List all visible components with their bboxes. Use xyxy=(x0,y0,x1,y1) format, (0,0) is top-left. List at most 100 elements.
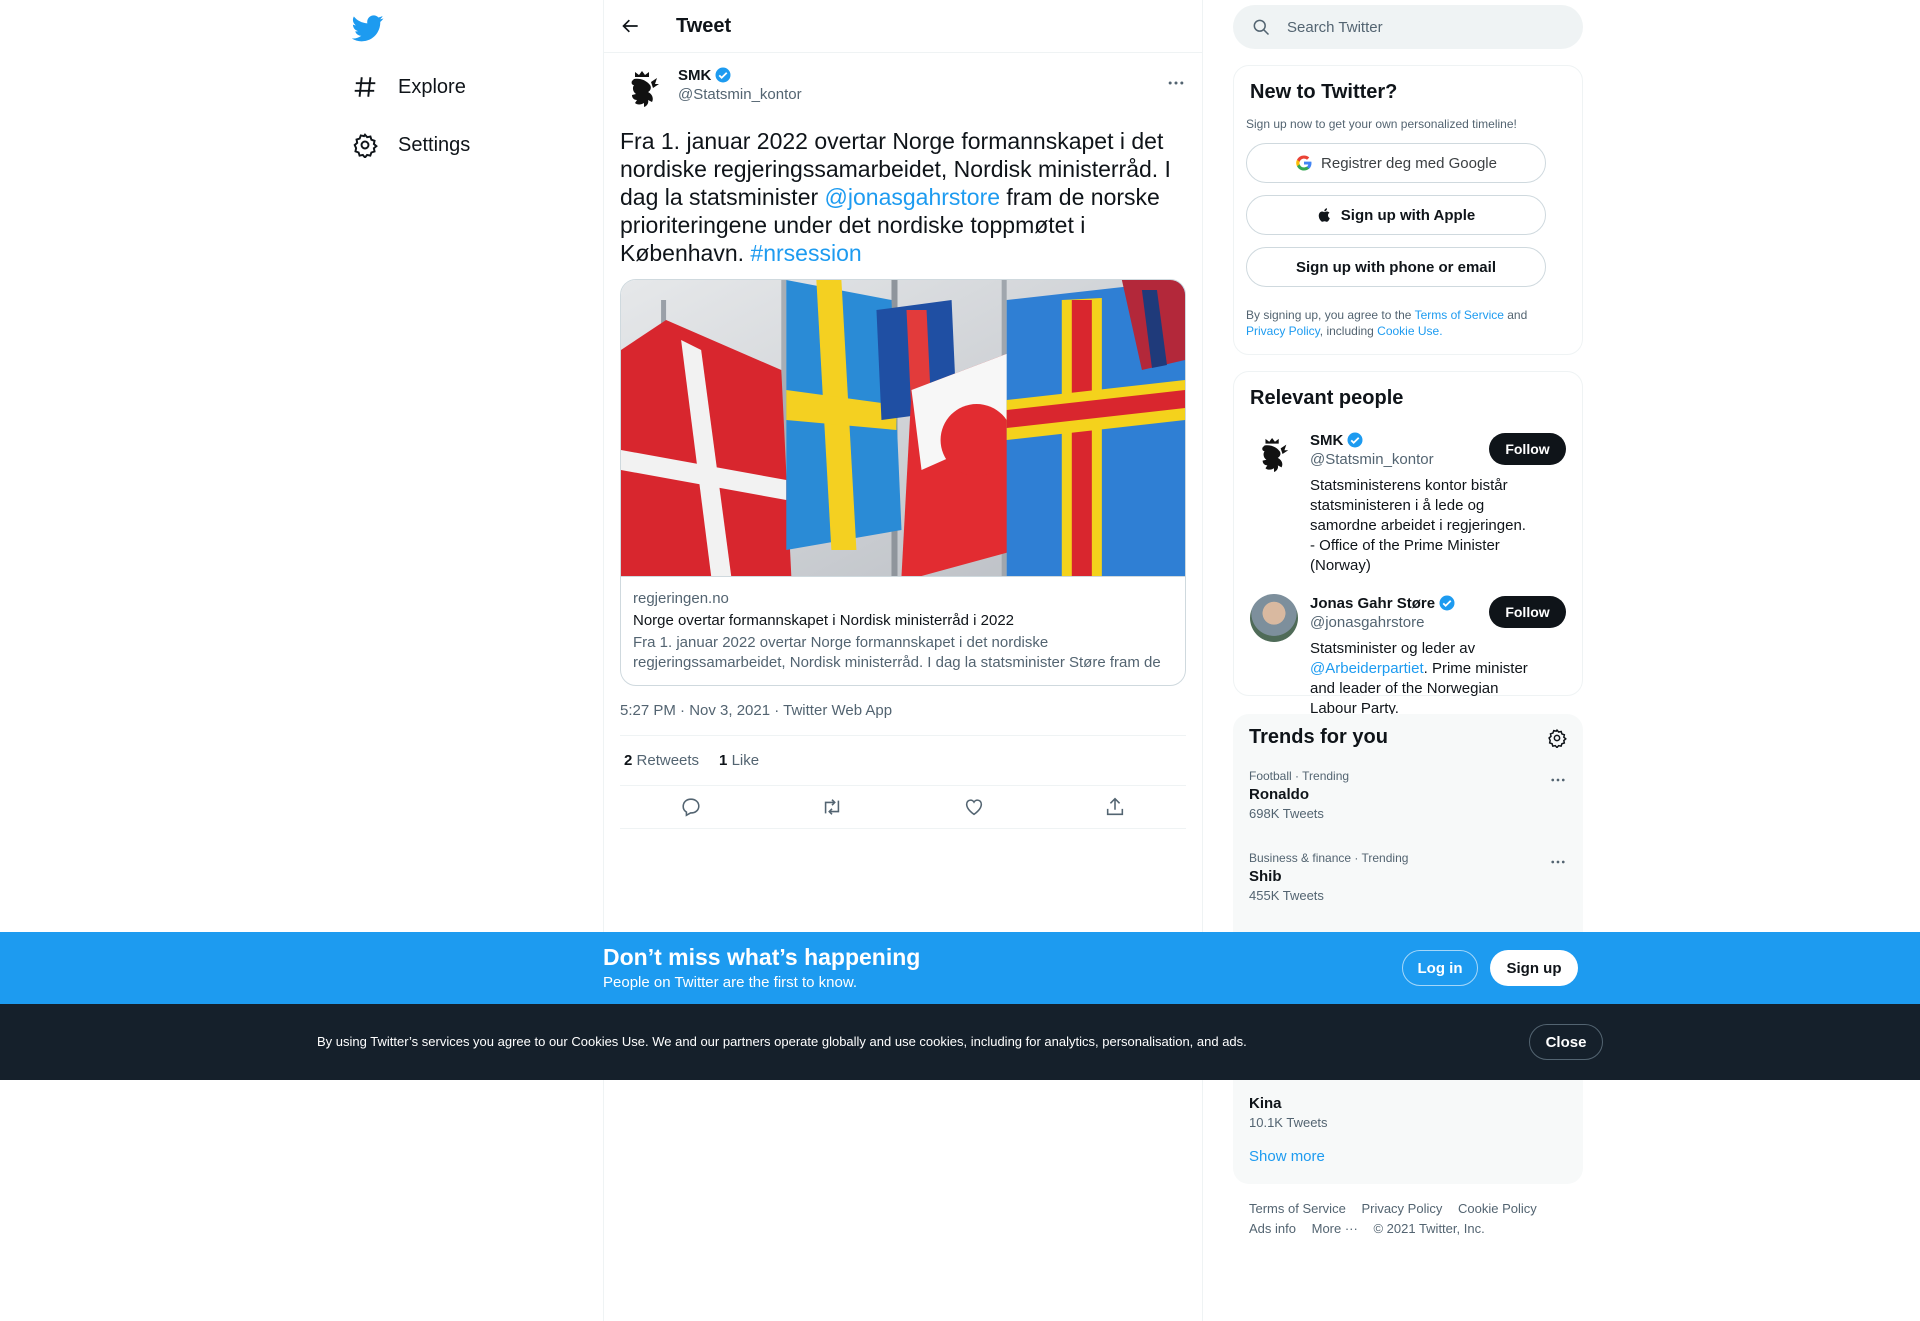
google-signup-button[interactable]: Registrer deg med Google xyxy=(1246,143,1546,183)
more-options-icon[interactable] xyxy=(1166,73,1186,93)
person-smk[interactable]: SMK @Statsmin_kontor Statsministerens ko… xyxy=(1250,431,1566,576)
phone-email-signup-label: Sign up with phone or email xyxy=(1295,258,1496,276)
trend-category: Business & finance · Trending xyxy=(1249,851,1409,865)
person-jonas[interactable]: Jonas Gahr Støre @jonasgahrstore Statsmi… xyxy=(1250,594,1566,719)
link-card-description: Fra 1. januar 2022 overtar Norge formann… xyxy=(633,634,1161,671)
cookie-text: By using Twitter’s services you agree to… xyxy=(317,1034,1247,1049)
trend-item[interactable]: Kina 10.1K Tweets xyxy=(1249,1092,1328,1130)
verified-badge-icon xyxy=(1439,595,1455,611)
person-bio: Statsminister og leder av @Arbeiderparti… xyxy=(1310,639,1530,719)
tweet-header: Tweet xyxy=(604,0,1202,53)
author-handle[interactable]: @Statsmin_kontor xyxy=(678,86,802,103)
person-bio: Statsministerens kontor bistår statsmini… xyxy=(1310,477,1526,574)
nav-explore[interactable]: Explore xyxy=(352,63,466,111)
terms-link[interactable]: Terms of Service xyxy=(1415,308,1504,322)
footer-more-link[interactable]: More ··· xyxy=(1312,1221,1358,1236)
search-icon xyxy=(1253,19,1270,36)
hashtag-link[interactable]: #nrsession xyxy=(750,240,861,266)
link-card-title: Norge overtar formannskapet i Nordisk mi… xyxy=(633,612,1014,629)
follow-button[interactable]: Follow xyxy=(1489,433,1566,465)
likes-stat[interactable]: 1 Like xyxy=(719,752,759,769)
signup-prompt-bar: Don’t miss what’s happening People on Tw… xyxy=(0,932,1920,1004)
cookie-banner: By using Twitter’s services you agree to… xyxy=(0,1004,1920,1080)
footer-link[interactable]: Cookie Policy xyxy=(1458,1201,1537,1216)
signup-button[interactable]: Sign up xyxy=(1490,950,1578,986)
follow-button[interactable]: Follow xyxy=(1489,596,1566,628)
apple-icon xyxy=(1318,208,1330,222)
trend-category: Football · Trending xyxy=(1249,769,1350,783)
smk-avatar[interactable] xyxy=(620,65,668,113)
verified-badge-icon xyxy=(715,67,731,83)
mention-link[interactable]: @jonasgahrstore xyxy=(825,184,1001,210)
person-name[interactable]: SMK xyxy=(1310,432,1343,449)
nav-settings-label: Settings xyxy=(398,133,471,156)
like-icon[interactable] xyxy=(963,796,985,818)
legal-including: , including xyxy=(1319,324,1378,338)
lion-crest-icon xyxy=(1262,437,1289,473)
signup-legal-text: By signing up, you agree to the Terms of… xyxy=(1246,307,1570,339)
retweets-count: 2 xyxy=(624,752,633,769)
legal-and: and xyxy=(1503,308,1528,322)
trend-item[interactable]: Business & finance · Trending Shib 455K … xyxy=(1249,851,1567,903)
author-name[interactable]: SMK xyxy=(678,67,711,84)
trend-name: Kina xyxy=(1249,1095,1282,1112)
trend-count: 10.1K Tweets xyxy=(1249,1115,1328,1130)
footer-link[interactable]: Terms of Service xyxy=(1249,1201,1346,1216)
bio-prefix: Statsminister og leder av xyxy=(1310,640,1476,657)
page-title: Tweet xyxy=(676,14,732,37)
cookie-close-button[interactable]: Close xyxy=(1529,1024,1603,1060)
login-button[interactable]: Log in xyxy=(1402,950,1478,986)
hashtag-icon xyxy=(354,77,376,97)
trend-more-icon[interactable] xyxy=(1549,853,1567,871)
signup-panel-subtitle: Sign up now to get your own personalized… xyxy=(1246,117,1517,131)
search-input[interactable] xyxy=(1287,18,1547,36)
signup-prompt-title: Don’t miss what’s happening xyxy=(603,944,921,970)
signup-prompt-subtitle: People on Twitter are the first to know. xyxy=(603,974,858,991)
gear-icon xyxy=(353,133,378,158)
cookie-use-link[interactable]: Cookie Use. xyxy=(1377,324,1442,338)
share-icon[interactable] xyxy=(1104,796,1126,818)
twitter-logo-icon[interactable] xyxy=(352,12,384,44)
privacy-link[interactable]: Privacy Policy xyxy=(1246,324,1320,338)
tweet: SMK @Statsmin_kontor Fra 1. januar 2022 … xyxy=(604,53,1202,829)
trend-count: 698K Tweets xyxy=(1249,806,1324,821)
footer-link[interactable]: Ads info xyxy=(1249,1221,1296,1236)
reply-icon[interactable] xyxy=(680,796,702,818)
trend-item[interactable]: Football · Trending Ronaldo 698K Tweets xyxy=(1249,769,1567,821)
footer-copyright: © 2021 Twitter, Inc. xyxy=(1373,1221,1485,1236)
google-icon xyxy=(1296,155,1312,171)
tweet-stats: 2 Retweets 1 Like xyxy=(620,736,1186,786)
smk-avatar[interactable] xyxy=(1250,431,1298,479)
signup-panel-title: New to Twitter? xyxy=(1250,81,1398,103)
verified-badge-icon xyxy=(1347,432,1363,448)
search-box[interactable] xyxy=(1233,5,1583,49)
arbeiderpartiet-link[interactable]: @Arbeiderpartiet xyxy=(1310,660,1424,677)
retweets-stat[interactable]: 2 Retweets xyxy=(624,752,699,769)
trend-name: Ronaldo xyxy=(1249,786,1309,803)
relevant-people-title: Relevant people xyxy=(1250,387,1404,409)
back-arrow-icon[interactable] xyxy=(621,16,641,36)
new-to-twitter-panel: New to Twitter? Sign up now to get your … xyxy=(1233,65,1583,355)
tweet-author: SMK @Statsmin_kontor xyxy=(620,65,1186,113)
legal-prefix: By signing up, you agree to the xyxy=(1246,308,1415,322)
link-card[interactable]: regjeringen.no Norge overtar formannskap… xyxy=(620,279,1186,686)
apple-signup-label: Sign up with Apple xyxy=(1340,206,1476,224)
footer-links: Terms of Service Privacy Policy Cookie P… xyxy=(1249,1199,1569,1239)
person-name[interactable]: Jonas Gahr Støre xyxy=(1310,595,1435,612)
jonas-avatar[interactable] xyxy=(1250,594,1298,642)
trends-settings-gear-icon[interactable] xyxy=(1547,728,1567,748)
nav-settings[interactable]: Settings xyxy=(352,121,470,169)
retweet-icon[interactable] xyxy=(821,796,843,818)
link-card-domain: regjeringen.no xyxy=(633,590,729,607)
main-column: Tweet SMK @Statsmin_kontor Fra 1. januar… xyxy=(603,0,1203,1321)
footer-link[interactable]: Privacy Policy xyxy=(1361,1201,1442,1216)
tweet-text: Fra 1. januar 2022 overtar Norge formann… xyxy=(620,127,1186,267)
apple-signup-button[interactable]: Sign up with Apple xyxy=(1246,195,1546,235)
trend-more-icon[interactable] xyxy=(1549,771,1567,789)
tweet-timestamp[interactable]: 5:27 PM · Nov 3, 2021 · Twitter Web App xyxy=(620,686,1186,736)
relevant-people-panel: Relevant people SMK @Statsmin_kontor Sta… xyxy=(1233,371,1583,717)
phone-email-signup-button[interactable]: Sign up with phone or email xyxy=(1246,247,1546,287)
link-card-body: regjeringen.no Norge overtar formannskap… xyxy=(621,576,1185,685)
nav-explore-label: Explore xyxy=(398,75,466,98)
show-more-link[interactable]: Show more xyxy=(1249,1148,1325,1165)
